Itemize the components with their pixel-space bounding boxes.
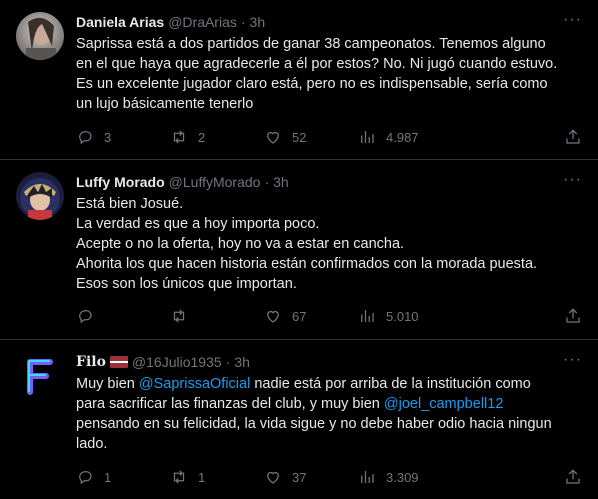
avatar-image	[16, 352, 64, 400]
tweet-line: Ahorita los que hacen historia están con…	[76, 256, 538, 272]
tweet-line: Saprissa está a dos partidos de ganar 38…	[76, 36, 546, 52]
text-segment: para sacrificar las finanzas del club, y…	[76, 396, 384, 412]
tweet-line: en el que haya que agradecerle a él por …	[76, 56, 558, 72]
separator-dot: ·	[264, 174, 270, 190]
share-icon	[566, 469, 580, 484]
share-icon	[566, 129, 580, 144]
tweet-header: Filo @16Julio1935 · 3h	[76, 352, 582, 372]
share-button[interactable]	[564, 128, 582, 146]
avatar-image	[16, 172, 64, 220]
display-name[interactable]: Filo	[76, 354, 106, 370]
display-name[interactable]: Luffy Morado	[76, 174, 165, 190]
view-count: 3.309	[386, 469, 419, 485]
like-button[interactable]: 67	[264, 307, 358, 325]
share-button[interactable]	[564, 307, 582, 325]
tweet[interactable]: Daniela Arias @DraArias · 3h ··· Sapriss…	[0, 0, 598, 160]
views-icon	[361, 131, 374, 143]
like-count: 67	[292, 308, 307, 324]
timestamp[interactable]: 3h	[250, 14, 266, 30]
text-segment: nadie está por arriba de la institución …	[250, 376, 531, 392]
like-count: 52	[292, 129, 307, 145]
tweet-header: Luffy Morado @LuffyMorado · 3h	[76, 172, 582, 192]
mention-link[interactable]: @SaprissaOficial	[139, 376, 250, 392]
retweet-icon	[173, 130, 185, 144]
tweet-actions: 67 5.010	[76, 306, 582, 326]
like-count: 37	[292, 469, 307, 485]
retweet-icon	[173, 470, 185, 484]
tweet-content: Luffy Morado @LuffyMorado · 3h ··· Está …	[76, 170, 582, 324]
reply-icon	[79, 471, 92, 485]
tweet-actions: 1 1 37 3.309	[76, 467, 582, 487]
more-icon[interactable]: ···	[563, 10, 582, 30]
tweet-line: La verdad es que a hoy importa poco.	[76, 216, 320, 232]
tweet-line: para sacrificar las finanzas del club, y…	[76, 394, 582, 414]
retweet-icon	[173, 309, 185, 323]
retweet-count: 1	[198, 469, 206, 485]
views-button[interactable]: 4.987	[358, 128, 452, 146]
like-icon	[267, 310, 279, 323]
tweet-line: Es un excelente jugador claro está, pero…	[76, 76, 548, 92]
text-segment: Muy bien	[76, 376, 139, 392]
user-handle[interactable]: @DraArias	[168, 14, 237, 30]
tweet-text: Muy bien @SaprissaOficial nadie está por…	[76, 374, 582, 454]
tweet-line: Esos son los únicos que importan.	[76, 276, 297, 292]
like-button[interactable]: 37	[264, 468, 358, 486]
reply-icon	[79, 310, 92, 324]
separator-dot: ·	[240, 14, 246, 30]
tweet-text: Saprissa está a dos partidos de ganar 38…	[76, 34, 582, 114]
tweet-line: Acepte o no la oferta, hoy no va a estar…	[76, 236, 405, 252]
tweet-actions: 3 2 52 4.987	[76, 127, 582, 147]
tweet-text: Está bien Josué. La verdad es que a hoy …	[76, 194, 582, 294]
reply-count: 3	[104, 129, 112, 145]
retweet-button[interactable]: 1	[170, 468, 264, 486]
retweet-button[interactable]	[170, 307, 264, 325]
separator-dot: ·	[225, 354, 231, 370]
views-button[interactable]: 5.010	[358, 307, 452, 325]
tweet-content: Filo @16Julio1935 · 3h ··· Muy bien @Sap…	[76, 350, 582, 485]
tweet[interactable]: Luffy Morado @LuffyMorado · 3h ··· Está …	[0, 160, 598, 340]
share-icon	[566, 308, 580, 323]
user-handle[interactable]: @16Julio1935	[132, 354, 222, 370]
like-icon	[267, 471, 279, 484]
more-icon[interactable]: ···	[563, 170, 582, 190]
display-name[interactable]: Daniela Arias	[76, 14, 164, 30]
avatar[interactable]	[16, 352, 64, 400]
tweet-line: Está bien Josué.	[76, 196, 184, 212]
reply-icon	[79, 131, 92, 145]
tweet-content: Daniela Arias @DraArias · 3h ··· Sapriss…	[76, 10, 582, 145]
mention-link[interactable]: @joel_campbell12	[384, 396, 504, 412]
tweet-header: Daniela Arias @DraArias · 3h	[76, 12, 582, 32]
views-button[interactable]: 3.309	[358, 468, 452, 486]
reply-button[interactable]	[76, 307, 170, 325]
view-count: 4.987	[386, 129, 419, 145]
tweet-line: un lujo básicamente tenerlo	[76, 96, 254, 112]
retweet-count: 2	[198, 129, 206, 145]
like-icon	[267, 131, 279, 144]
tweet-line: Muy bien @SaprissaOficial nadie está por…	[76, 374, 582, 394]
avatar[interactable]	[16, 12, 64, 60]
retweet-button[interactable]: 2	[170, 128, 264, 146]
views-icon	[361, 310, 374, 322]
reply-button[interactable]: 3	[76, 128, 170, 146]
latvia-flag-icon	[109, 356, 128, 368]
timestamp[interactable]: 3h	[234, 354, 250, 370]
reply-count: 1	[104, 469, 112, 485]
user-handle[interactable]: @LuffyMorado	[169, 174, 261, 190]
tweet[interactable]: Filo @16Julio1935 · 3h ··· Muy bien @Sap…	[0, 340, 598, 499]
share-button[interactable]	[564, 468, 582, 486]
tweet-line: lado.	[76, 436, 108, 452]
timestamp[interactable]: 3h	[273, 174, 289, 190]
reply-button[interactable]: 1	[76, 468, 170, 486]
avatar[interactable]	[16, 172, 64, 220]
more-icon[interactable]: ···	[563, 350, 582, 370]
avatar-image	[16, 12, 64, 60]
view-count: 5.010	[386, 308, 419, 324]
views-icon	[361, 471, 374, 483]
like-button[interactable]: 52	[264, 128, 358, 146]
tweet-line: pensando en su felicidad, la vida sigue …	[76, 416, 552, 432]
